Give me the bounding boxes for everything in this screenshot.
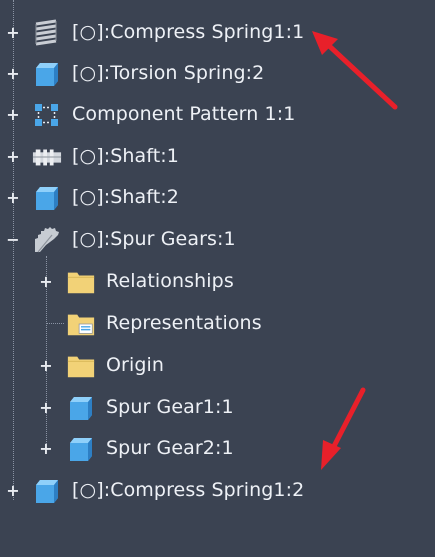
tree-item-torsion-spring-2[interactable]: + [○]:Torsion Spring:2 — [0, 56, 330, 92]
shaft-icon — [32, 142, 62, 172]
tree-item-shaft-1[interactable]: + [○]:Shaft:1 — [0, 139, 330, 175]
folder-icon — [66, 267, 96, 297]
component-pattern-icon — [32, 100, 62, 130]
tree-item-shaft-2[interactable]: + [○]:Shaft:2 — [0, 180, 330, 216]
tree-item-label: Origin — [106, 354, 165, 376]
part-cube-icon — [66, 434, 96, 464]
tree-item-label: [○]:Spur Gears:1 — [72, 228, 236, 250]
expand-button[interactable]: + — [6, 66, 20, 82]
collapse-button[interactable]: − — [6, 232, 20, 248]
tree-item-representations[interactable]: Representations — [36, 306, 296, 342]
part-cube-icon — [32, 476, 62, 506]
expand-button[interactable]: + — [6, 107, 20, 123]
expand-button[interactable]: + — [39, 358, 53, 374]
expand-button[interactable]: + — [39, 400, 53, 416]
tree-item-spur-gears-1[interactable]: − [○]:Spur Gears:1 — [0, 222, 330, 258]
expand-button[interactable]: + — [6, 483, 20, 499]
part-cube-icon — [66, 393, 96, 423]
folder-icon — [66, 351, 96, 381]
spur-gear-icon — [32, 225, 62, 255]
tree-item-label: Relationships — [106, 270, 234, 292]
part-cube-icon — [32, 183, 62, 213]
tree-item-origin[interactable]: + Origin — [36, 348, 296, 384]
tree-item-label: [○]:Compress Spring1:2 — [72, 479, 305, 501]
tree-item-label: [○]:Torsion Spring:2 — [72, 62, 265, 84]
representations-folder-icon — [66, 309, 96, 339]
tree-item-label: Spur Gear1:1 — [106, 396, 234, 418]
tree-item-label: Representations — [106, 312, 262, 334]
tree-item-relationships[interactable]: + Relationships — [36, 264, 296, 300]
model-browser-tree: + [○]:Compress Spring1:1 + [○]:Torsion S… — [0, 0, 435, 557]
coil-spring-icon — [32, 18, 62, 48]
tree-item-spur-gear1-1[interactable]: + Spur Gear1:1 — [36, 390, 296, 426]
expand-button[interactable]: + — [6, 149, 20, 165]
tree-item-compress-spring-1-2[interactable]: + [○]:Compress Spring1:2 — [0, 473, 330, 509]
tree-item-label: [○]:Shaft:1 — [72, 145, 179, 167]
expand-button[interactable]: + — [39, 274, 53, 290]
tree-item-spur-gear2-1[interactable]: + Spur Gear2:1 — [36, 431, 296, 467]
part-cube-icon — [32, 59, 62, 89]
tree-item-label: Component Pattern 1:1 — [72, 103, 296, 125]
tree-item-component-pattern[interactable]: + Component Pattern 1:1 — [0, 97, 330, 133]
tree-item-label: [○]:Shaft:2 — [72, 186, 179, 208]
expand-button[interactable]: + — [6, 190, 20, 206]
tree-item-label: Spur Gear2:1 — [106, 437, 234, 459]
tree-item-label: [○]:Compress Spring1:1 — [72, 21, 305, 43]
tree-item-compress-spring-1-1[interactable]: + [○]:Compress Spring1:1 — [0, 15, 330, 51]
expand-button[interactable]: + — [6, 25, 20, 41]
expand-button[interactable]: + — [39, 441, 53, 457]
